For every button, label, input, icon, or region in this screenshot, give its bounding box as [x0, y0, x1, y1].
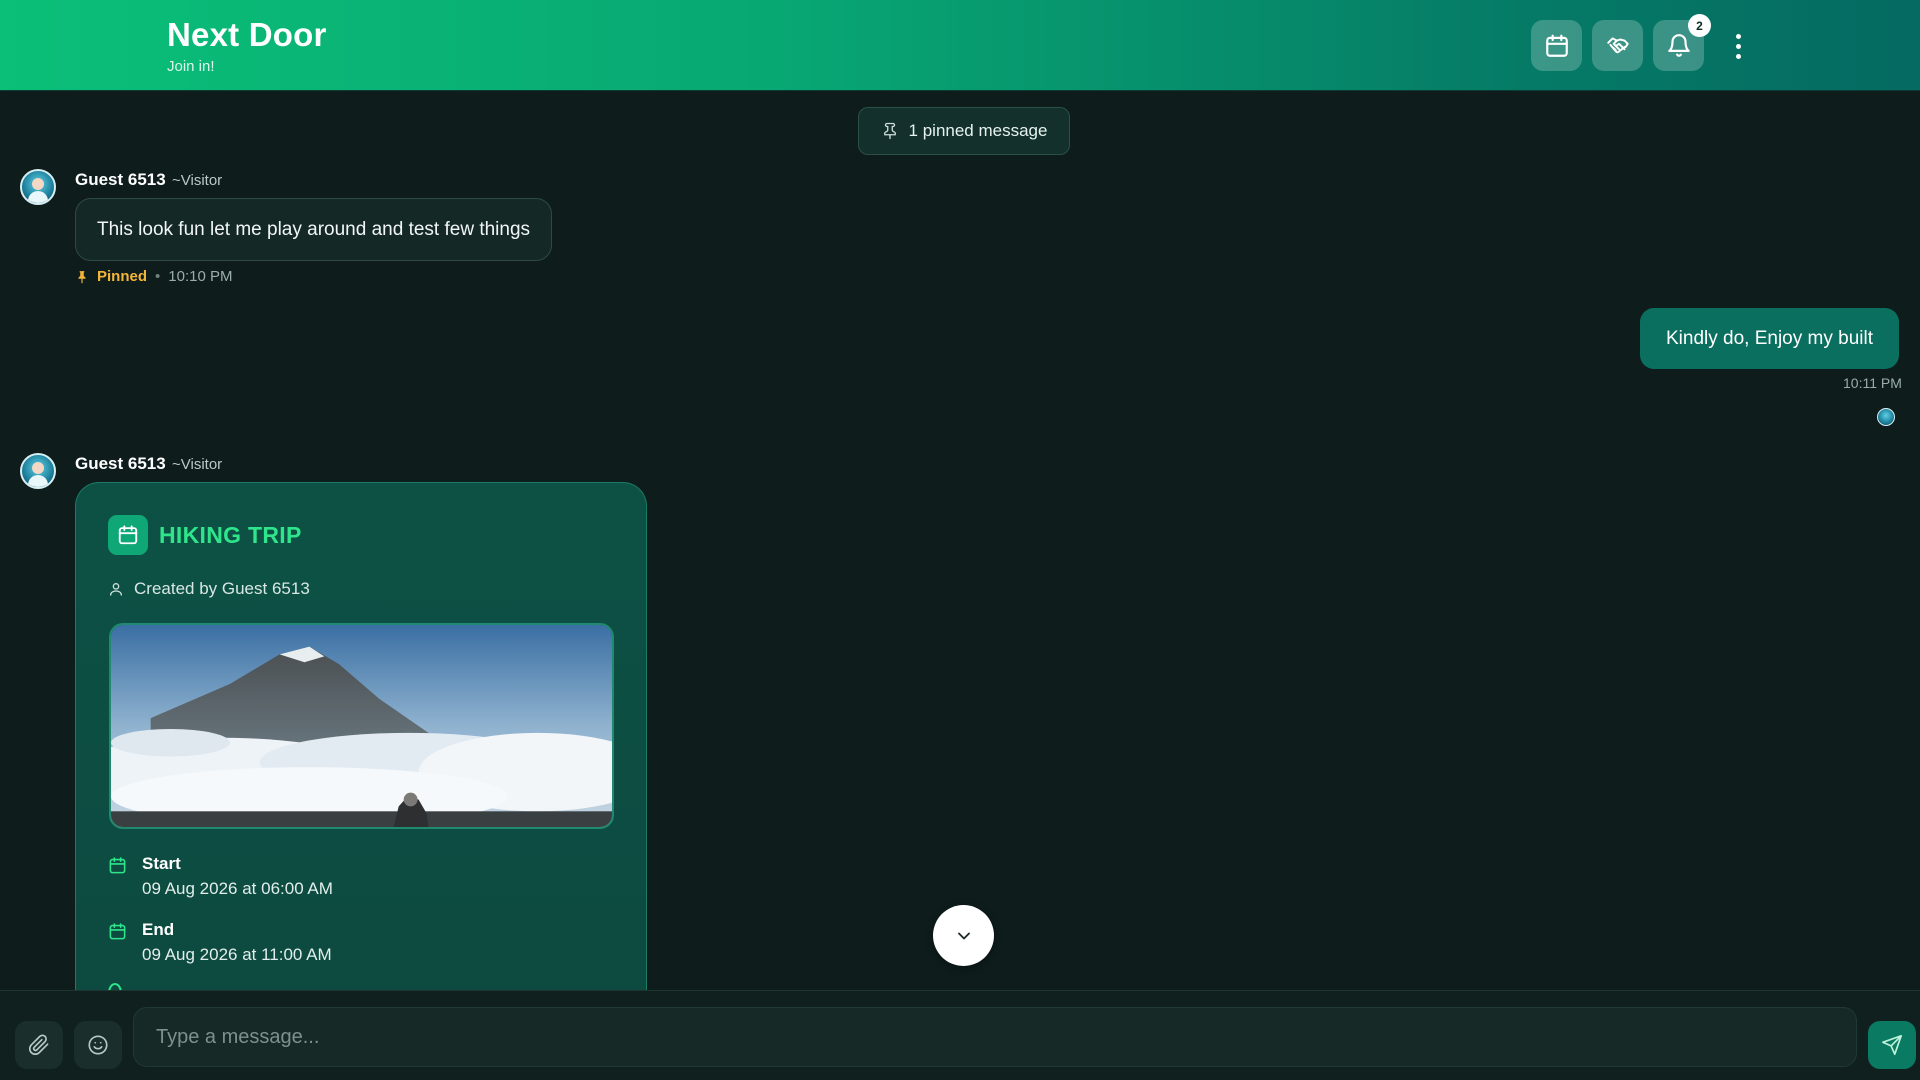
emoji-button[interactable] — [74, 1021, 122, 1069]
event-icon-badge — [108, 515, 148, 555]
mountain-photo — [111, 625, 612, 827]
app-title: Next Door — [167, 16, 327, 53]
scroll-to-bottom-button[interactable] — [933, 905, 994, 966]
avatar[interactable] — [20, 453, 56, 489]
event-image[interactable] — [109, 623, 614, 829]
smile-icon — [88, 1035, 108, 1055]
event-end-label: End — [142, 920, 175, 939]
incoming-message-bubble[interactable]: This look fun let me play around and tes… — [75, 198, 553, 261]
event-title: HIKING TRIP — [159, 522, 302, 548]
event-start-value: 09 Aug 2026 at 06:00 AM — [142, 879, 333, 898]
more-vertical-icon — [1735, 33, 1741, 39]
bell-icon — [1667, 33, 1690, 57]
handshake-button[interactable] — [1592, 20, 1643, 71]
pin-icon — [78, 270, 86, 283]
sender-role: ~Visitor — [172, 456, 223, 473]
calendar-icon — [109, 857, 126, 874]
event-start-label: Start — [142, 854, 181, 873]
calendar-icon — [1545, 34, 1568, 57]
meta-separator: • — [155, 268, 161, 285]
attach-button[interactable] — [15, 1021, 63, 1069]
message-text: Kindly do, Enjoy my built — [1666, 327, 1873, 349]
app-header: Next Door Join in! 2 — [0, 0, 1920, 91]
message-input[interactable] — [133, 1007, 1857, 1067]
more-vertical-icon-dot — [1735, 43, 1741, 49]
calendar-icon — [109, 923, 126, 940]
user-icon — [110, 583, 122, 596]
pin-icon — [883, 122, 896, 140]
app-subtitle: Join in! — [167, 58, 215, 75]
calendar-icon — [118, 525, 138, 545]
more-vertical-icon-dot — [1735, 53, 1741, 59]
avatar[interactable] — [20, 169, 56, 205]
send-icon — [1882, 1035, 1902, 1055]
read-receipt-avatar — [1877, 408, 1895, 426]
notification-badge: 2 — [1688, 14, 1711, 37]
event-creator: Created by Guest 6513 — [108, 579, 310, 599]
notifications-button[interactable]: 2 — [1653, 14, 1711, 71]
pinned-messages-label: 1 pinned message — [908, 121, 1048, 140]
message-meta: Pinned • 10:10 PM — [75, 268, 233, 285]
calendar-button[interactable] — [1531, 20, 1582, 71]
event-end-value: 09 Aug 2026 at 11:00 AM — [142, 945, 332, 964]
paperclip-icon — [28, 1034, 49, 1056]
sender-name: Guest 6513 — [75, 454, 166, 473]
handshake-icon — [1606, 36, 1629, 53]
message-composer — [0, 990, 1920, 1080]
event-creator-text: Created by Guest 6513 — [134, 579, 310, 598]
sender-name: Guest 6513 — [75, 170, 166, 189]
chevron-down-icon — [957, 932, 970, 939]
sender-role: ~Visitor — [172, 172, 223, 189]
pinned-messages-button[interactable]: 1 pinned message — [858, 107, 1070, 155]
more-options-button[interactable] — [1725, 27, 1751, 65]
event-card[interactable]: HIKING TRIP Created by Guest 6513 Start … — [75, 482, 647, 1003]
message-text: This look fun let me play around and tes… — [97, 218, 531, 240]
pinned-label: Pinned — [97, 268, 148, 285]
send-button[interactable] — [1868, 1021, 1916, 1069]
message-time: 10:10 PM — [168, 268, 233, 285]
outgoing-message-bubble[interactable]: Kindly do, Enjoy my built — [1640, 308, 1899, 369]
message-time: 10:11 PM — [1843, 375, 1902, 391]
